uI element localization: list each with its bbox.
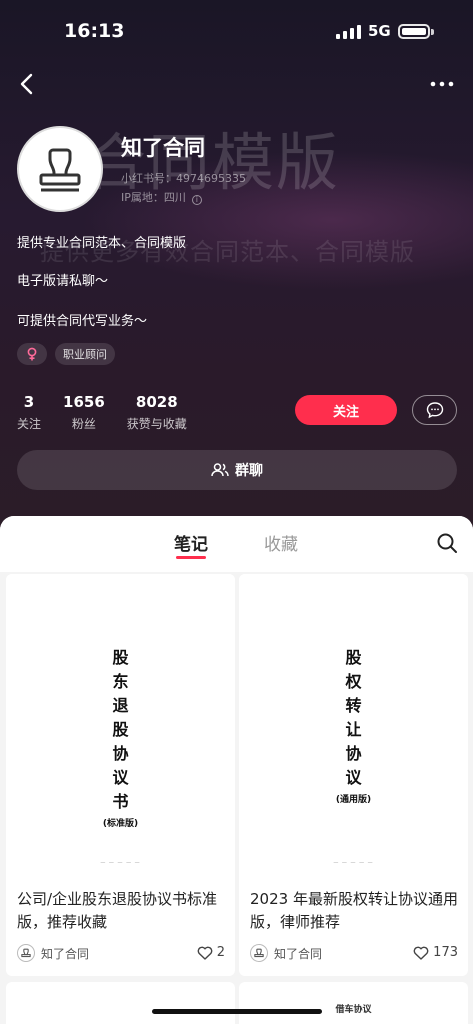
signal-icon xyxy=(336,25,361,39)
tab-notes[interactable]: 笔记 xyxy=(174,530,208,555)
cover-char: 股 xyxy=(112,720,129,739)
cover-vertical-title: 股 东 退 股 协 议 书 (标准版) xyxy=(6,646,235,829)
home-indicator[interactable] xyxy=(152,1009,322,1014)
author-name: 知了合同 xyxy=(41,946,90,961)
bio-line-1: 提供专业合同范本、合同模版 xyxy=(17,236,187,251)
occupation-tag: 职业顾问 xyxy=(55,343,115,365)
tab-bar: 笔记 收藏 xyxy=(0,516,473,572)
stat-followers[interactable]: 1656 粉丝 xyxy=(63,393,105,432)
info-icon[interactable]: i xyxy=(191,195,202,205)
status-time: 16:13 xyxy=(64,20,125,42)
ip-location-text: IP属地：四川 xyxy=(121,191,186,204)
note-title: 公司/企业股东退股协议书标准版，推荐收藏 xyxy=(17,890,218,931)
stat-followers-count: 1656 xyxy=(63,393,105,411)
author-avatar xyxy=(17,944,35,962)
message-button[interactable] xyxy=(412,395,457,425)
heart-icon xyxy=(413,946,429,960)
cover-subtitle: (通用版) xyxy=(335,795,372,805)
more-dots-icon xyxy=(430,81,454,87)
author-avatar xyxy=(250,944,268,962)
like-button[interactable]: 173 xyxy=(413,945,458,960)
content-sheet: 笔记 收藏 股 东 退 股 协 议 书 (标准版) — — — — — 公司/企… xyxy=(0,516,473,1024)
active-tab-indicator xyxy=(176,556,206,559)
profile-stats: 3 关注 1656 粉丝 8028 获赞与收藏 xyxy=(17,393,187,432)
stat-following-label: 关注 xyxy=(17,417,42,431)
more-button[interactable] xyxy=(428,76,456,92)
author-name: 知了合同 xyxy=(274,946,323,961)
stamp-icon xyxy=(39,148,81,192)
profile-ip-location: IP属地：四川 i xyxy=(121,189,202,205)
stamp-icon xyxy=(21,948,31,957)
cover-char: 权 xyxy=(345,672,362,691)
bio-line-3: 可提供合同代写业务～ xyxy=(17,314,148,329)
note-card[interactable]: 借车协议 xyxy=(239,982,468,1024)
cover-page-footer: — — — — — xyxy=(100,860,141,866)
profile-tags: 职业顾问 xyxy=(17,343,115,365)
group-chat-button[interactable]: 群聊 xyxy=(17,450,457,490)
gender-tag xyxy=(17,343,47,365)
heart-icon xyxy=(197,946,213,960)
cover-char: 退 xyxy=(112,696,129,715)
note-card[interactable] xyxy=(6,982,235,1024)
note-cover: 股 权 转 让 协 议 (通用版) — — — — — xyxy=(239,574,468,878)
cover-char: 东 xyxy=(112,672,129,691)
cover-char: 协 xyxy=(345,744,362,763)
cover-char: 议 xyxy=(345,768,362,787)
note-title: 2023 年最新股权转让协议通用版，律师推荐 xyxy=(250,890,458,931)
cover-char: 书 xyxy=(112,792,129,811)
group-chat-label: 群聊 xyxy=(235,463,263,479)
stat-following[interactable]: 3 关注 xyxy=(17,393,41,432)
group-icon xyxy=(211,463,229,477)
cover-char: 股 xyxy=(112,648,129,667)
note-author[interactable]: 知了合同 xyxy=(250,944,322,962)
stat-following-count: 3 xyxy=(23,393,35,411)
stat-likes[interactable]: 8028 获赞与收藏 xyxy=(127,393,187,432)
chevron-left-icon xyxy=(20,73,33,95)
back-button[interactable] xyxy=(14,70,42,98)
like-button[interactable]: 2 xyxy=(197,945,225,960)
stamp-icon xyxy=(254,948,264,957)
cover-page-footer: — — — — — xyxy=(333,860,374,866)
stat-likes-count: 8028 xyxy=(135,393,178,411)
like-count: 2 xyxy=(216,945,225,960)
cover-char: 让 xyxy=(345,720,362,739)
cover-char: 转 xyxy=(345,696,362,715)
battery-icon xyxy=(398,24,434,39)
avatar[interactable] xyxy=(17,126,103,212)
cover-char: 议 xyxy=(112,768,129,787)
status-bar: 16:13 5G xyxy=(0,0,473,64)
note-cover: 股 东 退 股 协 议 书 (标准版) — — — — — xyxy=(6,574,235,878)
network-type: 5G xyxy=(368,22,391,40)
stat-likes-label: 获赞与收藏 xyxy=(126,417,187,431)
profile-id[interactable]: 小红书号：4974695335 xyxy=(121,170,246,186)
note-card[interactable]: 股 东 退 股 协 议 书 (标准版) — — — — — 公司/企业股东退股协… xyxy=(6,574,235,976)
tab-collections[interactable]: 收藏 xyxy=(264,530,298,555)
like-count: 173 xyxy=(433,945,458,960)
cover-subtitle: (标准版) xyxy=(102,819,139,829)
note-card[interactable]: 股 权 转 让 协 议 (通用版) — — — — — 2023 年最新股权转让… xyxy=(239,574,468,976)
profile-name: 知了合同 xyxy=(121,136,205,160)
bio-line-2: 电子版请私聊～ xyxy=(17,274,109,289)
search-icon xyxy=(437,533,457,553)
note-author[interactable]: 知了合同 xyxy=(17,944,89,962)
search-button[interactable] xyxy=(436,532,458,554)
female-icon xyxy=(27,347,37,361)
stat-followers-label: 粉丝 xyxy=(71,417,96,431)
chat-bubble-icon xyxy=(426,402,443,419)
follow-button[interactable]: 关注 xyxy=(295,395,397,425)
cover-vertical-title: 股 权 转 让 协 议 (通用版) xyxy=(239,646,468,805)
cover-char: 股 xyxy=(345,648,362,667)
cover-char: 协 xyxy=(112,744,129,763)
